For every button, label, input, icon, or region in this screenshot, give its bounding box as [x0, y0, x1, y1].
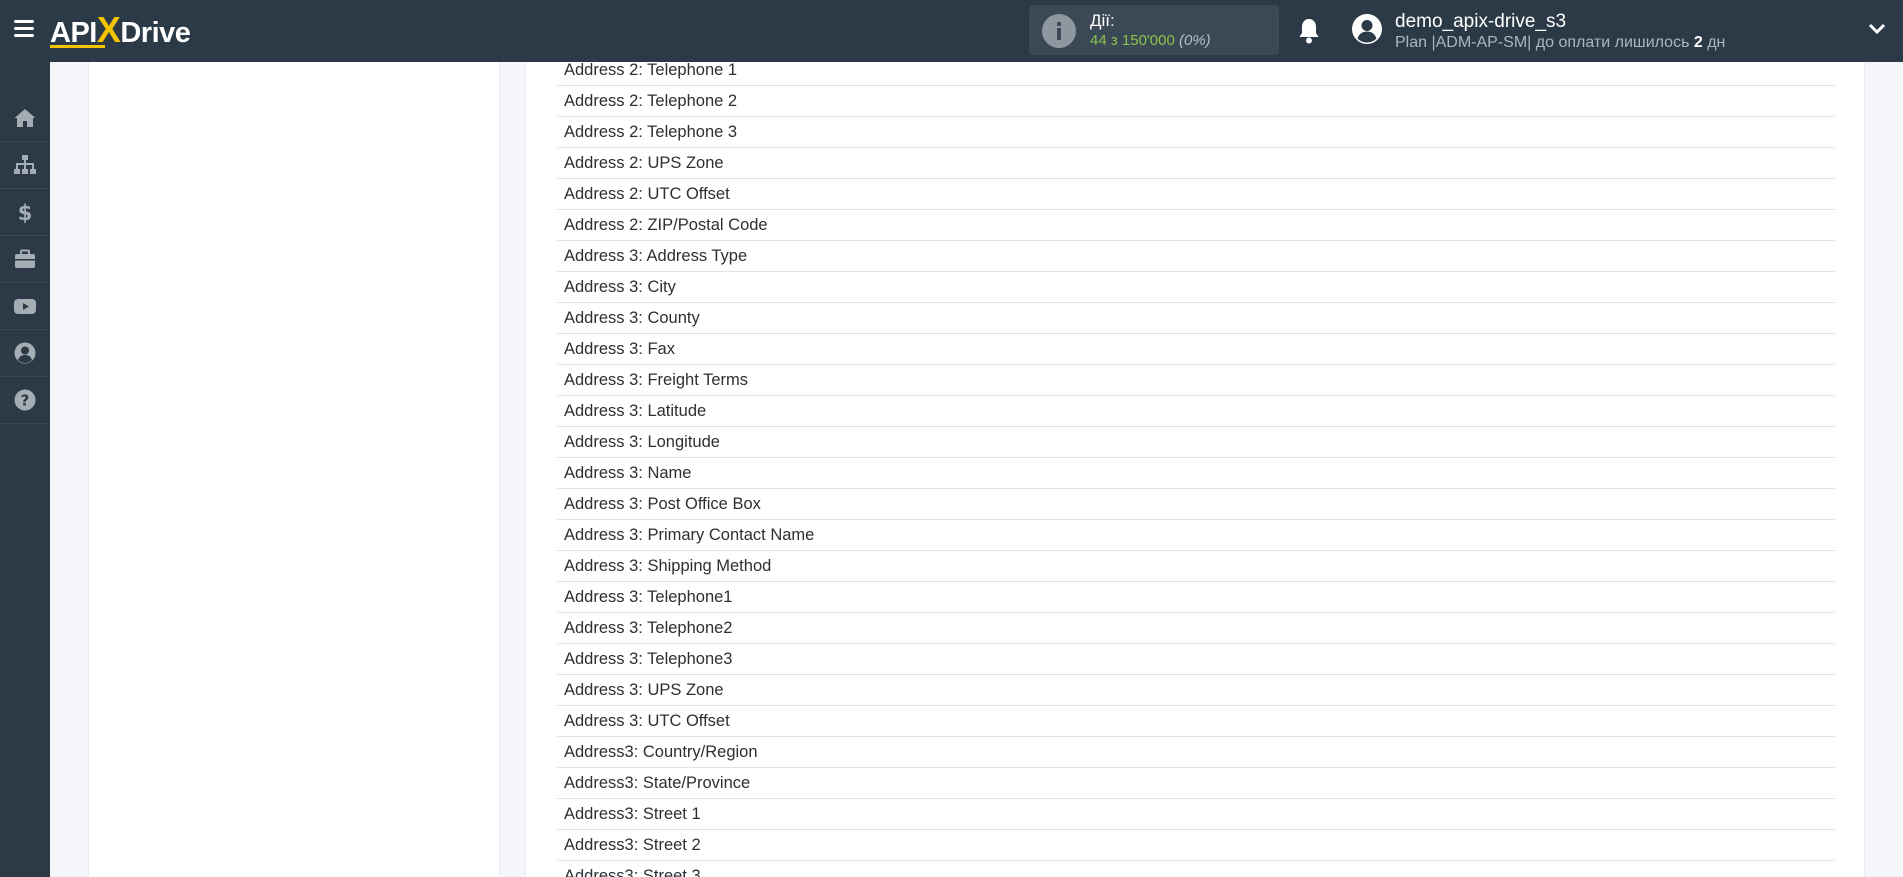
logo-underline — [50, 45, 105, 48]
field-item[interactable]: Address 3: City — [557, 272, 1835, 303]
field-item[interactable]: Address 3: Name — [557, 458, 1835, 489]
field-item[interactable]: Address 3: Address Type — [557, 241, 1835, 272]
actions-percent: (0%) — [1179, 32, 1211, 49]
actions-count-value: 44 з 150'000 — [1090, 32, 1175, 49]
field-item[interactable]: Address 3: Primary Contact Name — [557, 520, 1835, 551]
main-panel: Address 2: Telephone 1 Address 2: Teleph… — [525, 61, 1865, 877]
dollar-icon: $ — [18, 201, 33, 224]
sidebar-item-help[interactable]: ? — [0, 377, 50, 424]
field-item[interactable]: Address 2: Telephone 3 — [557, 117, 1835, 148]
sidebar-item-home[interactable] — [0, 95, 50, 142]
field-item[interactable]: Address 2: ZIP/Postal Code — [557, 210, 1835, 241]
svg-text:$: $ — [18, 201, 33, 224]
field-item[interactable]: Address3: Country/Region — [557, 737, 1835, 768]
bell-icon[interactable] — [1297, 17, 1321, 45]
field-item[interactable]: Address 3: Telephone3 — [557, 644, 1835, 675]
field-item[interactable]: Address 2: Telephone 1 — [557, 55, 1835, 86]
briefcase-icon — [15, 249, 35, 268]
svg-text:?: ? — [21, 392, 30, 410]
home-icon — [14, 109, 36, 127]
sidebar: $ ? — [0, 62, 50, 877]
actions-counter[interactable]: Дії: 44 з 150'000 (0%) — [1029, 5, 1279, 55]
top-bar: APIXDrive Дії: 44 з 150'000 (0%) demo_ap… — [0, 0, 1903, 62]
user-circle-icon — [14, 342, 36, 364]
field-item[interactable]: Address 3: Shipping Method — [557, 551, 1835, 582]
plan-days: 2 — [1693, 34, 1703, 51]
logo-text-right: Drive — [120, 17, 191, 49]
field-item[interactable]: Address 3: Longitude — [557, 427, 1835, 458]
left-panel — [88, 62, 500, 877]
field-item[interactable]: Address 3: Telephone1 — [557, 582, 1835, 613]
field-item[interactable]: Address 3: Latitude — [557, 396, 1835, 427]
sidebar-item-billing[interactable]: $ — [0, 189, 50, 236]
logo-text-x: X — [96, 9, 121, 50]
logo[interactable]: APIXDrive — [50, 9, 191, 50]
field-item[interactable]: Address3: State/Province — [557, 768, 1835, 799]
menu-icon[interactable] — [14, 20, 34, 38]
sidebar-item-connections[interactable] — [0, 142, 50, 189]
field-item[interactable]: Address 2: UPS Zone — [557, 148, 1835, 179]
chevron-down-icon[interactable] — [1868, 22, 1886, 36]
info-icon — [1042, 14, 1076, 48]
field-item[interactable]: Address3: Street 3 — [557, 861, 1835, 877]
field-item[interactable]: Address 2: Telephone 2 — [557, 86, 1835, 117]
user-name[interactable]: demo_apix-drive_s3 — [1395, 11, 1566, 33]
field-item[interactable]: Address 3: Post Office Box — [557, 489, 1835, 520]
sitemap-icon — [14, 155, 36, 174]
user-avatar-icon[interactable] — [1351, 13, 1383, 45]
field-item[interactable]: Address3: Street 2 — [557, 830, 1835, 861]
sidebar-item-video[interactable] — [0, 283, 50, 330]
actions-count: 44 з 150'000 (0%) — [1090, 32, 1211, 49]
user-plan: Plan |ADM-AP-SM| до оплати лишилось 2 дн — [1395, 34, 1725, 52]
field-item[interactable]: Address 2: UTC Offset — [557, 179, 1835, 210]
help-icon: ? — [14, 389, 36, 411]
field-item[interactable]: Address 3: Freight Terms — [557, 365, 1835, 396]
field-item[interactable]: Address 3: Fax — [557, 334, 1835, 365]
actions-label: Дії: — [1090, 11, 1115, 30]
field-item[interactable]: Address3: Street 1 — [557, 799, 1835, 830]
sidebar-item-profile[interactable] — [0, 330, 50, 377]
field-item[interactable]: Address 3: UPS Zone — [557, 675, 1835, 706]
field-list: Address 2: Telephone 1 Address 2: Teleph… — [557, 55, 1835, 877]
plan-text: Plan |ADM-AP-SM| до оплати лишилось — [1395, 34, 1694, 51]
sidebar-item-services[interactable] — [0, 236, 50, 283]
youtube-icon — [14, 299, 36, 314]
plan-suffix: дн — [1702, 34, 1726, 51]
field-item[interactable]: Address 3: UTC Offset — [557, 706, 1835, 737]
field-item[interactable]: Address 3: County — [557, 303, 1835, 334]
field-item[interactable]: Address 3: Telephone2 — [557, 613, 1835, 644]
